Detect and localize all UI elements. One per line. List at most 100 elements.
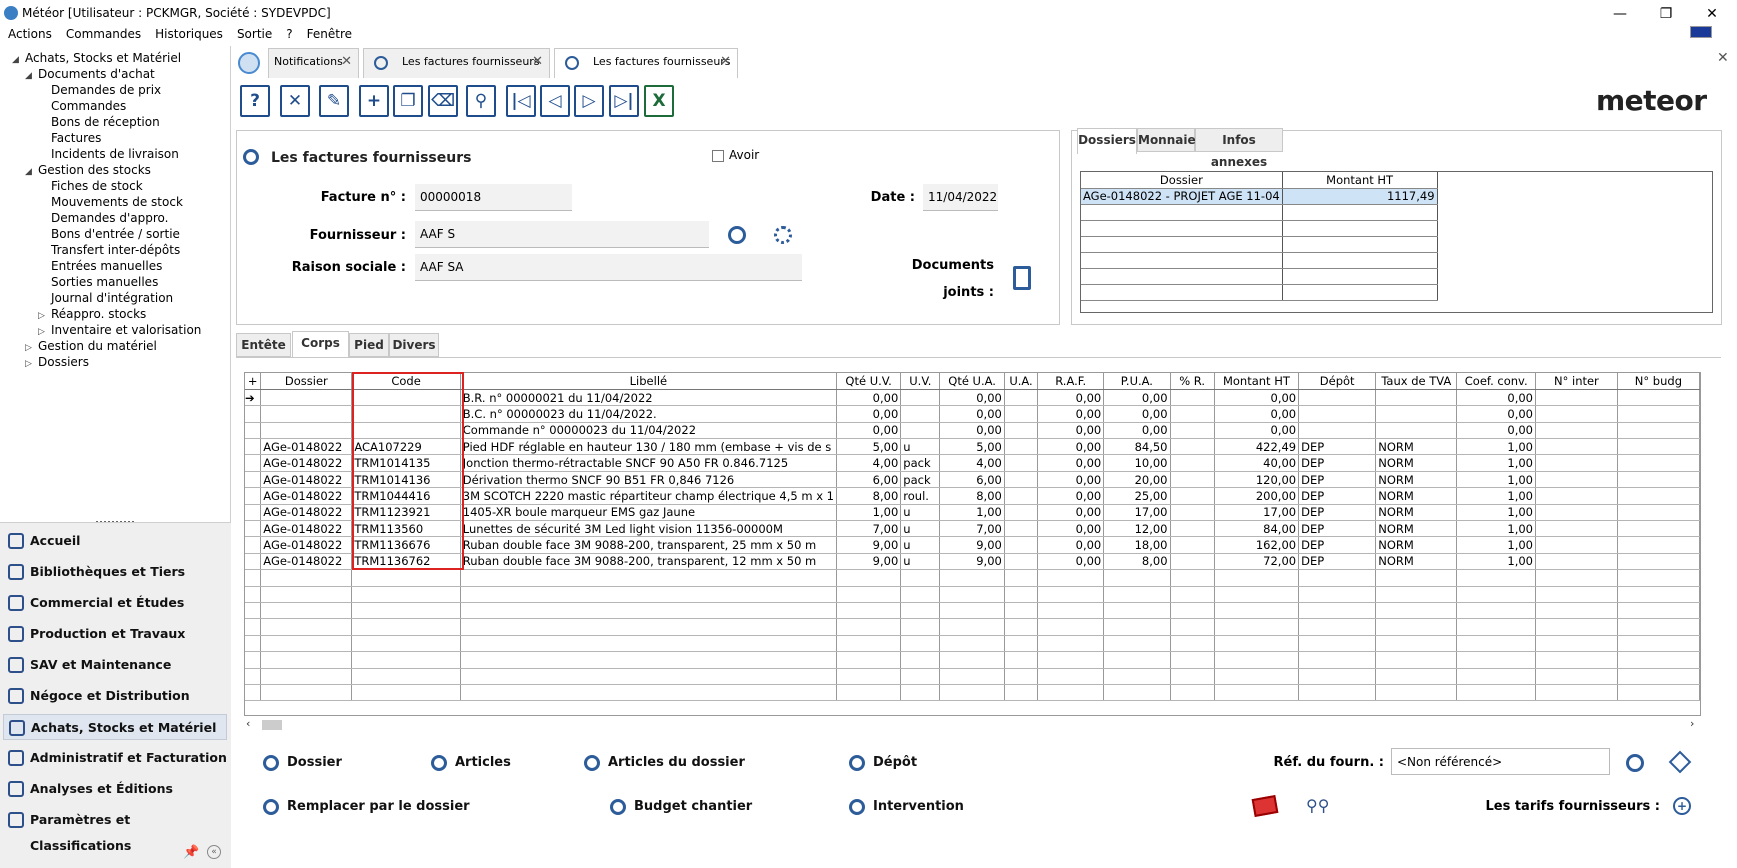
grid-cell[interactable] [260,586,353,603]
grid-cell[interactable] [1170,405,1215,423]
grid-cell[interactable]: 0,00 [1456,405,1536,423]
grid-cell[interactable] [1214,635,1300,653]
grid-cell[interactable]: 0,00 [939,405,1005,423]
grid-cell[interactable] [1214,618,1300,636]
grid-cell[interactable] [1004,602,1039,620]
grid-cell[interactable] [1170,684,1215,702]
tree-item[interactable]: Factures [51,130,101,146]
grid-cell[interactable]: 18,00 [1103,536,1171,554]
close-button[interactable]: ✕ [1689,0,1735,28]
grid-cell[interactable] [1037,586,1105,603]
row-selector[interactable] [245,520,262,538]
table-row[interactable] [245,635,1700,653]
module-item[interactable]: Administratif et Facturation [3,745,227,771]
grid-cell[interactable]: AGe-0148022 [260,471,353,489]
menu-commandes[interactable]: Commandes [66,27,141,41]
table-row[interactable] [245,618,1700,636]
grid-cell[interactable]: 1,00 [1456,520,1536,538]
grid-cell[interactable]: 40,00 [1214,454,1300,472]
grid-cell[interactable]: 200,00 [1214,487,1300,505]
dossier-cell[interactable]: AGe-0148022 - PROJET AGE 11-04 [1081,188,1283,205]
grid-cell[interactable] [1375,405,1458,423]
grid-cell[interactable] [939,668,1005,685]
grid-cell[interactable] [460,635,837,653]
grid-cell[interactable]: 0,00 [1037,389,1105,407]
grid-cell[interactable] [1170,536,1215,554]
grid-cell[interactable] [460,586,837,603]
grid-cell[interactable] [900,389,941,407]
column-header[interactable]: Libellé [460,373,837,390]
grid-cell[interactable] [900,684,941,702]
grid-cell[interactable]: 6,00 [836,471,902,489]
grid-cell[interactable]: NORM [1375,553,1458,571]
grid-cell[interactable] [1535,471,1618,489]
grid-cell[interactable]: 0,00 [1037,422,1105,440]
column-header[interactable]: N° budg [1617,373,1700,390]
grid-cell[interactable] [836,602,902,620]
grid-cell[interactable] [1170,438,1215,456]
tab-infos-annexes[interactable]: Infos annexes [1195,128,1283,169]
close-tab-icon[interactable]: ✕ [341,49,352,75]
row-selector[interactable] [245,553,262,571]
grid-cell[interactable] [351,635,461,653]
grid-cell[interactable] [1004,536,1039,554]
row-selector[interactable] [245,668,262,685]
grid-cell[interactable] [1617,651,1700,669]
grid-cell[interactable]: 7,00 [939,520,1005,538]
grid-cell[interactable] [1170,553,1215,571]
menu-sortie[interactable]: Sortie [237,27,272,41]
grid-cell[interactable]: 7,00 [836,520,902,538]
fournisseur-input[interactable]: AAF S [415,221,709,248]
expand-toggle-icon[interactable]: ▷ [25,356,32,372]
tree-item[interactable]: Gestion du matériel [38,338,157,354]
column-header[interactable]: + [245,373,262,390]
grid-cell[interactable]: Ruban double face 3M 9088-200, transpare… [460,553,837,571]
grid-cell[interactable] [1170,454,1215,472]
tab-monnaie[interactable]: Monnaie [1137,128,1196,152]
grid-cell[interactable]: 9,00 [939,553,1005,571]
column-header[interactable]: Dépôt [1298,373,1377,390]
grid-cell[interactable] [1535,569,1618,587]
grid-cell[interactable]: u [900,504,941,522]
row-selector[interactable] [245,635,262,653]
row-selector[interactable] [245,618,262,636]
grid-cell[interactable]: B.R. n° 00000021 du 11/04/2022 [460,389,837,407]
grid-cell[interactable]: 0,00 [1037,454,1105,472]
grid-cell[interactable]: 120,00 [1214,471,1300,489]
grid-cell[interactable] [836,684,902,702]
grid-cell[interactable] [1004,668,1039,685]
grid-cell[interactable] [1298,405,1377,423]
grid-cell[interactable]: 3M SCOTCH 2220 mastic répartiteur champ … [460,487,837,505]
grid-cell[interactable] [1004,520,1039,538]
grid-cell[interactable] [1617,422,1700,440]
column-header[interactable]: Qté U.V. [836,373,902,390]
row-selector[interactable] [245,586,262,603]
grid-cell[interactable] [1617,520,1700,538]
grid-cell[interactable]: NORM [1375,471,1458,489]
grid-cell[interactable]: 0,00 [1037,504,1105,522]
grid-cell[interactable] [260,635,353,653]
grid-cell[interactable] [1535,553,1618,571]
grid-cell[interactable] [1214,586,1300,603]
col-dossier[interactable]: Dossier [1081,172,1283,189]
grid-cell[interactable] [1298,422,1377,440]
grid-cell[interactable]: u [900,553,941,571]
menu-actions[interactable]: Actions [8,27,52,41]
grid-cell[interactable]: 0,00 [1103,405,1171,423]
grid-cell[interactable]: 0,00 [1037,438,1105,456]
horizontal-scrollbar[interactable]: ‹ › [244,717,1701,733]
tab-factures-1[interactable]: Les factures fournisseurs ✕ [363,48,550,78]
avoir-checkbox[interactable] [712,150,724,162]
tree-item[interactable]: Incidents de livraison [51,146,179,162]
tab-pied[interactable]: Pied [349,333,389,357]
grid-cell[interactable] [1535,454,1618,472]
grid-cell[interactable] [1004,471,1039,489]
scroll-right-icon[interactable]: › [1690,717,1694,730]
grid-cell[interactable] [1170,635,1215,653]
copy-icon[interactable]: ❐ [393,85,423,117]
ref-fourn-input[interactable]: <Non référencé> [1391,748,1610,775]
tree-item[interactable]: Sorties manuelles [51,274,158,290]
grid-cell[interactable] [1375,569,1458,587]
grid-cell[interactable] [1004,553,1039,571]
grid-cell[interactable] [1170,520,1215,538]
